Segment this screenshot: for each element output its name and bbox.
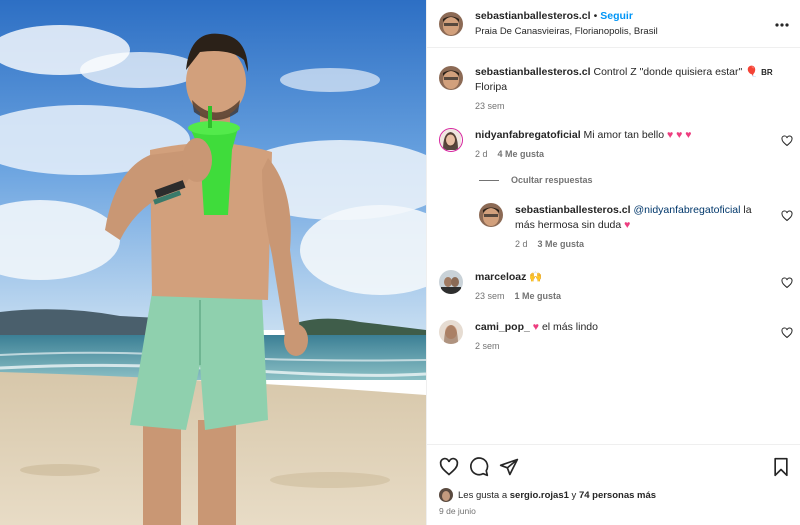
caption: sebastianballesteros.cl Control Z "donde… (475, 65, 775, 111)
caption-meta: 23 sem (475, 101, 775, 111)
share-icon[interactable] (499, 457, 519, 477)
like-comment-heart-icon[interactable] (781, 134, 793, 147)
comment-username[interactable]: nidyanfabregatoficial (475, 129, 581, 141)
country-code: BR (761, 68, 773, 77)
comment-icon[interactable] (469, 457, 489, 477)
comment-text: nidyanfabregatoficial Mi amor tan bello … (475, 128, 765, 143)
heart-emoji: ♥ (624, 219, 631, 231)
like-comment-heart-icon[interactable] (781, 326, 793, 339)
heart-icon[interactable] (439, 457, 459, 477)
caption-avatar[interactable] (439, 66, 463, 90)
heart-emoji: ♥ (532, 321, 540, 333)
likes-count[interactable]: 74 personas más (579, 490, 656, 501)
follow-button[interactable]: Seguir (600, 10, 633, 22)
comment-username[interactable]: cami_pop_ (475, 321, 530, 333)
caption-body: Control Z "donde quisiera estar" (593, 66, 743, 78)
comment-time[interactable]: 2 d (475, 149, 488, 159)
caption-line2: Floripa (475, 81, 508, 93)
reply-time[interactable]: 2 d (515, 239, 528, 249)
like-reply-heart-icon[interactable] (781, 209, 793, 222)
beach-photo (0, 0, 426, 525)
header-username-line: sebastianballesteros.cl • Seguir (475, 10, 633, 22)
commenter-avatar[interactable] (439, 320, 463, 344)
more-icon[interactable] (775, 14, 789, 30)
reply-username[interactable]: sebastianballesteros.cl (515, 204, 631, 216)
liker-username[interactable]: sergio.rojas1 (510, 490, 569, 501)
reply-likes[interactable]: 3 Me gusta (538, 239, 585, 249)
comment: cami_pop_ ♥ el más lindo 2 sem (475, 320, 765, 351)
caption-time[interactable]: 23 sem (475, 101, 505, 111)
hide-replies-button[interactable]: Ocultar respuestas (479, 175, 593, 185)
post-date[interactable]: 9 de junio (439, 506, 476, 516)
commenter-avatar[interactable] (439, 270, 463, 294)
post-location[interactable]: Praia De Canasvieiras, Florianopolis, Br… (475, 26, 658, 37)
comment-body: el más lindo (541, 321, 598, 333)
comment-likes[interactable]: 4 Me gusta (498, 149, 545, 159)
likes-summary: Les gusta a sergio.rojas1 y 74 personas … (439, 488, 656, 502)
liker-avatar[interactable] (439, 488, 453, 502)
comment-body: 🙌 (529, 271, 543, 283)
reply-meta: 2 d 3 Me gusta (515, 239, 770, 249)
reply-avatar[interactable] (479, 203, 503, 227)
comment-time[interactable]: 23 sem (475, 291, 505, 301)
likes-prefix: Les gusta a (458, 489, 508, 501)
post-photo[interactable] (0, 0, 426, 525)
comment-body: Mi amor tan bello (583, 129, 665, 141)
likes-middle: y (571, 489, 577, 501)
comment-meta: 23 sem 1 Me gusta (475, 291, 765, 301)
comment: marceloaz 🙌 23 sem 1 Me gusta (475, 270, 765, 301)
post-side-panel: sebastianballesteros.cl • Seguir Praia De … (426, 0, 800, 525)
comment-meta: 2 d 4 Me gusta (475, 149, 765, 159)
hide-replies-label: Ocultar respuestas (511, 175, 593, 185)
comment-likes[interactable]: 1 Me gusta (515, 291, 562, 301)
like-comment-heart-icon[interactable] (781, 276, 793, 289)
reply-mention[interactable]: @nidyanfabregatoficial (633, 204, 740, 216)
reply: sebastianballesteros.cl @nidyanfabregato… (515, 203, 770, 249)
author-avatar[interactable] (439, 12, 463, 36)
separator-dot: • (593, 10, 598, 22)
comment-meta: 2 sem (475, 341, 765, 351)
balloon-emoji: 🎈 (745, 66, 759, 78)
reply-text: sebastianballesteros.cl @nidyanfabregato… (515, 203, 770, 233)
comment: nidyanfabregatoficial Mi amor tan bello … (475, 128, 765, 159)
divider-line (479, 179, 499, 181)
comment-text: cami_pop_ ♥ el más lindo (475, 320, 765, 335)
post-header: sebastianballesteros.cl • Seguir Praia De … (427, 0, 800, 48)
heart-emojis: ♥ ♥ ♥ (667, 129, 692, 141)
comment-time[interactable]: 2 sem (475, 341, 500, 351)
commenter-avatar[interactable] (439, 128, 463, 152)
comment-username[interactable]: marceloaz (475, 271, 526, 283)
comment-text: marceloaz 🙌 (475, 270, 765, 285)
caption-username[interactable]: sebastianballesteros.cl (475, 66, 591, 78)
post-actions: Les gusta a sergio.rojas1 y 74 personas … (427, 444, 800, 525)
caption-text: sebastianballesteros.cl Control Z "donde… (475, 65, 775, 95)
author-username[interactable]: sebastianballesteros.cl (475, 10, 591, 22)
bookmark-icon[interactable] (771, 457, 791, 477)
